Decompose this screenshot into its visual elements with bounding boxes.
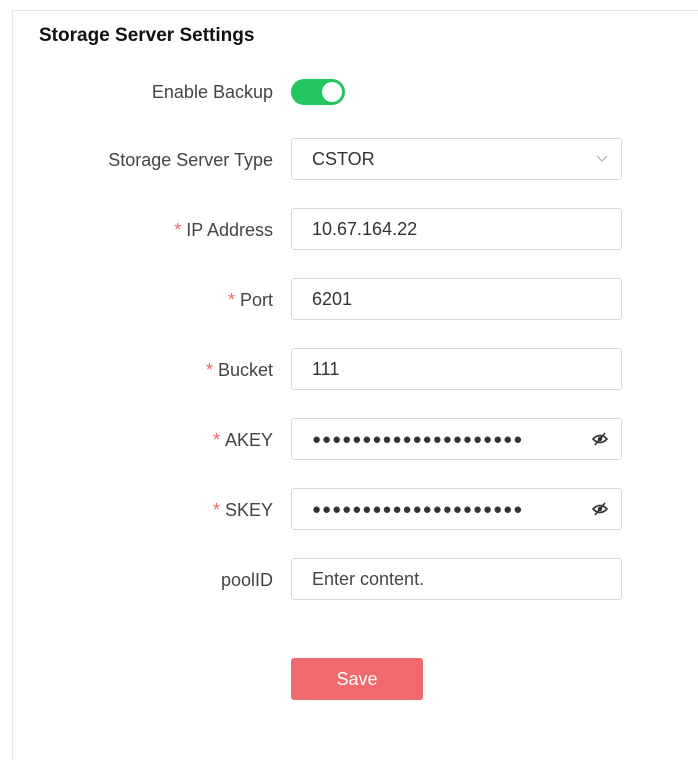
server-type-label: Storage Server Type (108, 138, 273, 182)
port-label-text: Port (239, 289, 273, 310)
required-mark: * (227, 289, 235, 310)
akey-row: * AKEY ●●●●●●●●●●●●●●●●●●●●● (13, 418, 698, 462)
port-input[interactable]: 6201 (291, 278, 622, 320)
section-title: Storage Server Settings (39, 25, 255, 46)
eye-slash-icon[interactable] (591, 501, 609, 517)
toggle-knob (322, 82, 342, 102)
ip-address-input[interactable]: 10.67.164.22 (291, 208, 622, 250)
required-mark: * (212, 499, 220, 520)
save-button[interactable]: Save (291, 658, 423, 700)
storage-server-settings-panel: Storage Server Settings Enable Backup St… (12, 10, 698, 760)
server-type-select[interactable]: CSTOR (291, 138, 622, 180)
server-type-label-text: Storage Server Type (108, 149, 273, 170)
port-value: 6201 (312, 288, 353, 309)
bucket-row: * Bucket 111 (13, 348, 698, 392)
pool-id-label: poolID (221, 558, 273, 602)
bucket-label-text: Bucket (217, 359, 273, 380)
pool-id-placeholder: Enter content. (312, 568, 425, 589)
required-mark: * (212, 429, 220, 450)
ip-address-label-text: IP Address (186, 219, 273, 240)
bucket-value: 111 (312, 358, 340, 379)
enable-backup-label: Enable Backup (152, 70, 273, 114)
akey-label-text: AKEY (224, 429, 273, 450)
skey-row: * SKEY ●●●●●●●●●●●●●●●●●●●●● (13, 488, 698, 532)
akey-label: * AKEY (213, 418, 273, 462)
chevron-down-icon[interactable] (595, 152, 609, 166)
bucket-input[interactable]: 111 (291, 348, 622, 390)
enable-backup-label-text: Enable Backup (151, 81, 273, 102)
akey-value: ●●●●●●●●●●●●●●●●●●●●● (312, 430, 524, 448)
pool-id-input[interactable]: Enter content. (291, 558, 622, 600)
required-mark: * (205, 359, 213, 380)
port-row: * Port 6201 (13, 278, 698, 322)
bucket-label: * Bucket (206, 348, 273, 392)
ip-address-row: * IP Address 10.67.164.22 (13, 208, 698, 252)
ip-address-label: * IP Address (174, 208, 273, 252)
ip-address-value: 10.67.164.22 (312, 218, 418, 239)
skey-value: ●●●●●●●●●●●●●●●●●●●●● (312, 500, 524, 518)
enable-backup-toggle[interactable] (291, 79, 345, 105)
server-type-row: Storage Server Type CSTOR (13, 138, 698, 182)
skey-input[interactable]: ●●●●●●●●●●●●●●●●●●●●● (291, 488, 622, 530)
akey-input[interactable]: ●●●●●●●●●●●●●●●●●●●●● (291, 418, 622, 460)
pool-id-row: poolID Enter content. (13, 558, 698, 602)
enable-backup-row: Enable Backup (13, 70, 698, 114)
required-mark: * (174, 219, 182, 240)
eye-slash-icon[interactable] (591, 431, 609, 447)
server-type-value: CSTOR (312, 148, 375, 169)
skey-label-text: SKEY (224, 499, 273, 520)
port-label: * Port (228, 278, 273, 322)
pool-id-label-text: poolID (220, 569, 273, 590)
skey-label: * SKEY (213, 488, 273, 532)
